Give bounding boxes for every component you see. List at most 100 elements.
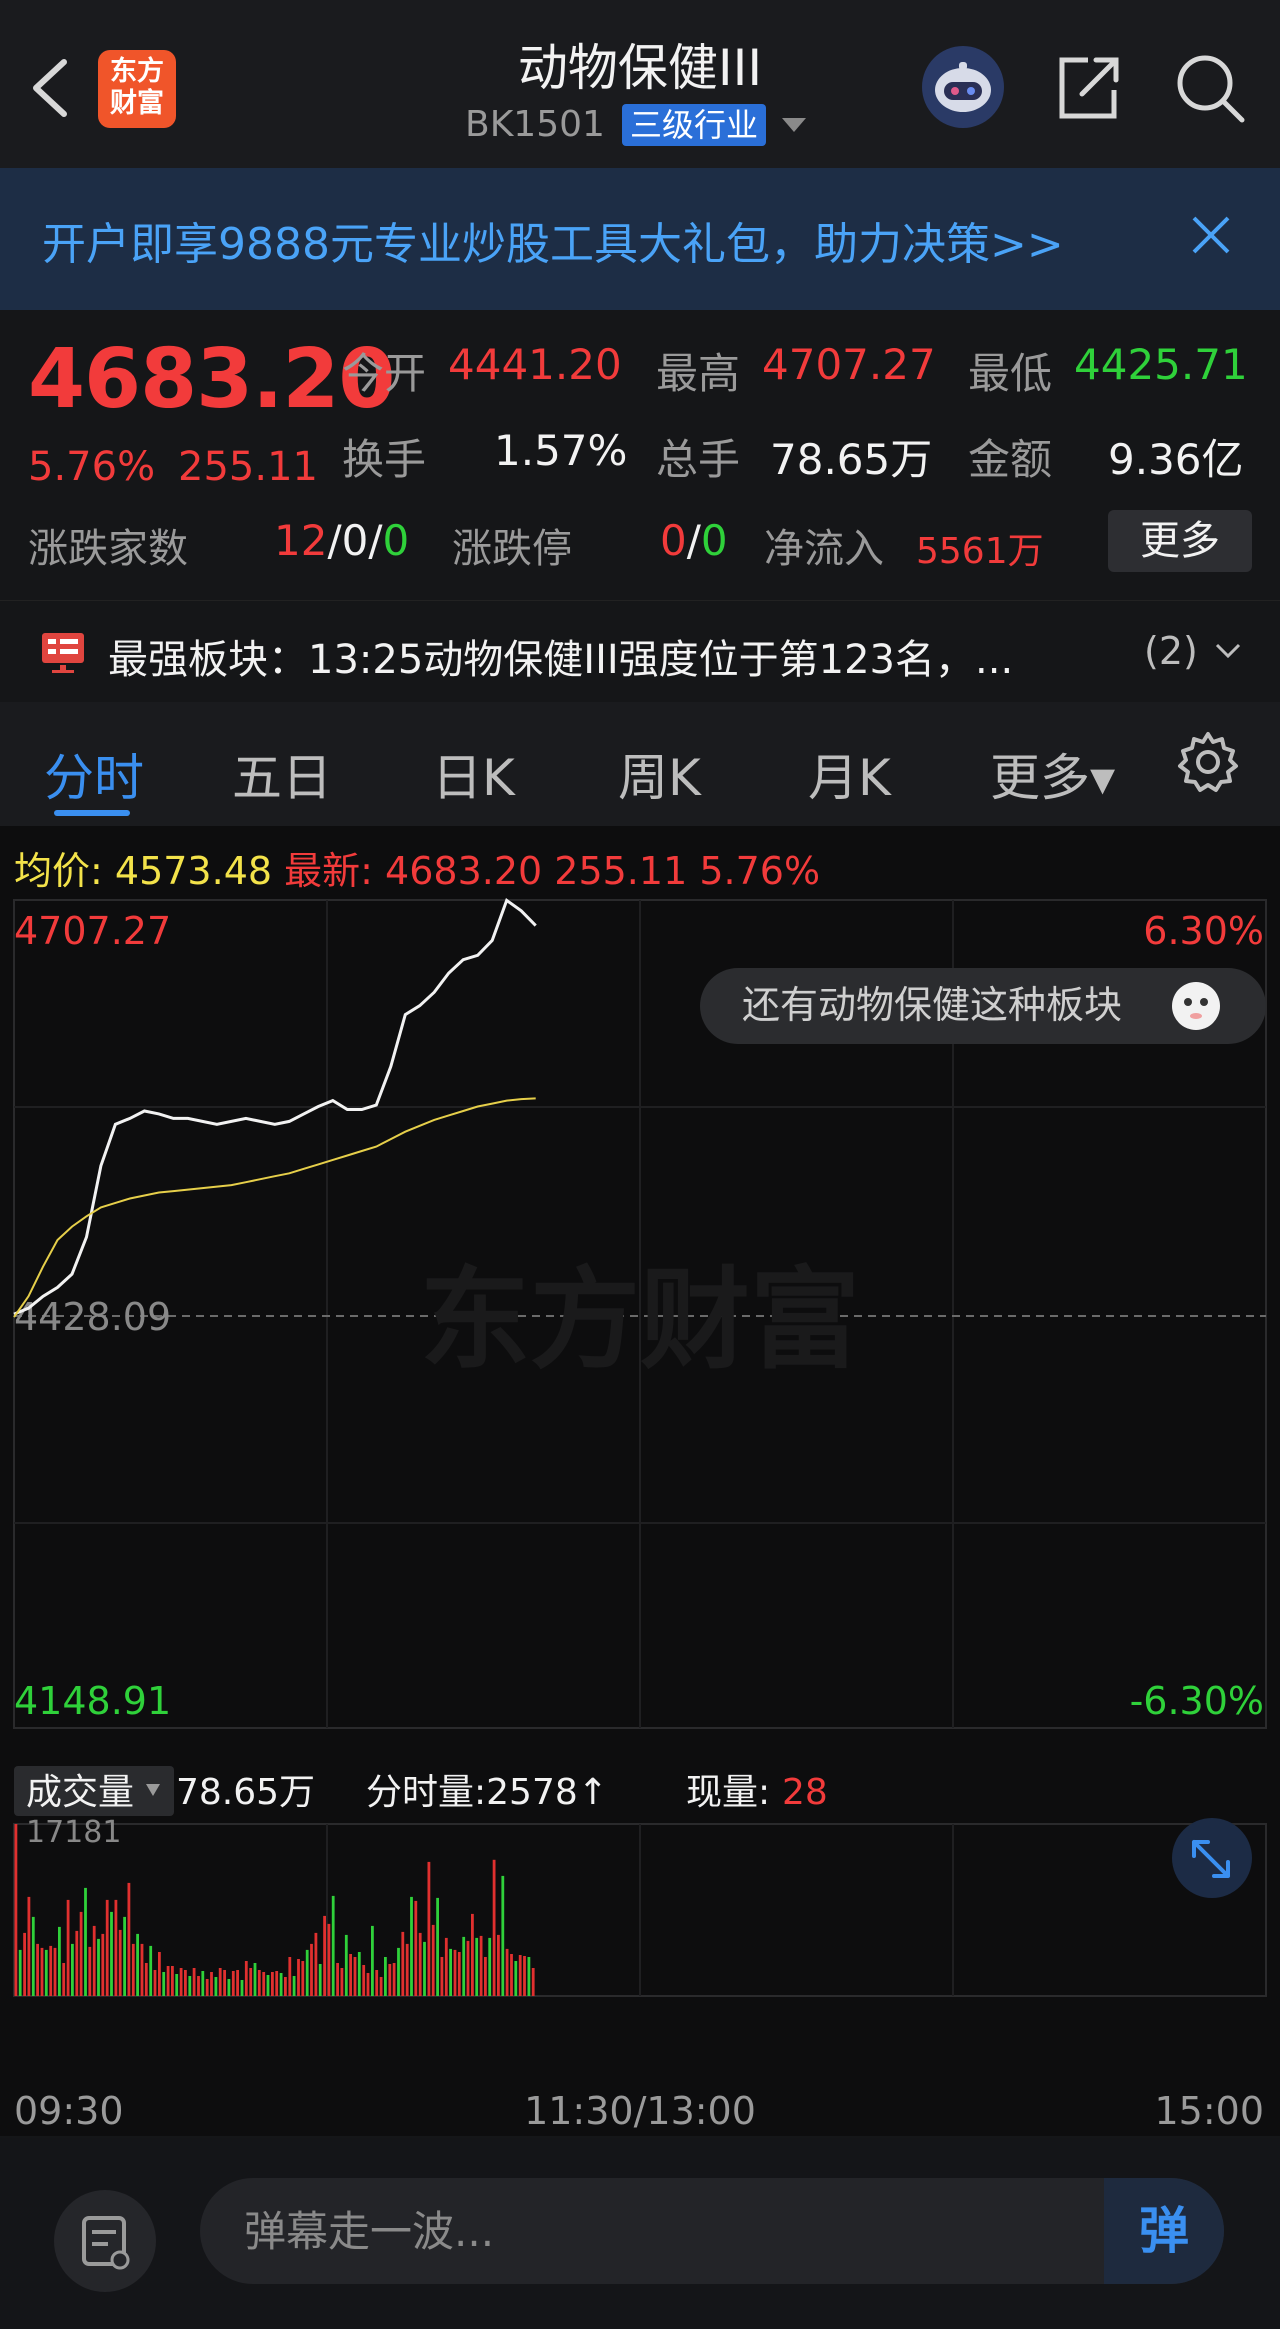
danmaku-input[interactable]: [200, 2178, 1224, 2284]
promo-banner[interactable]: 开户即享9888元专业炒股工具大礼包，助力决策>>: [0, 168, 1280, 310]
strongest-sector-text[interactable]: 最强板块：13:25动物保健III强度位于第123名，...: [108, 627, 1088, 685]
volume-bar: [492, 1859, 496, 1996]
volume-bar: [384, 1957, 387, 1996]
current-volume-value: 28: [782, 1772, 828, 1813]
volume-bar: [214, 1977, 218, 1996]
volume-bar: [431, 1924, 435, 1996]
close-icon[interactable]: [1188, 212, 1234, 258]
volume-bar: [444, 1937, 448, 1996]
volume-bar: [266, 1975, 270, 1996]
volume-bar: [236, 1970, 239, 1996]
volume-bar: [140, 1943, 144, 1996]
volume-bar: [366, 1973, 370, 1996]
current-volume-label: 现量:: [686, 1772, 770, 1813]
amount-label: 金额: [968, 435, 1053, 484]
tab-daily-k[interactable]: 日K: [432, 738, 515, 810]
volume-bar: [405, 1943, 409, 1996]
volume-bar: [36, 1943, 39, 1996]
change-amount: 255.11: [178, 444, 318, 490]
latest-label: 最新:: [284, 849, 373, 893]
volume-bar: [310, 1943, 313, 1996]
volume-bar: [323, 1915, 326, 1996]
amount-value: 9.36亿: [1108, 435, 1244, 484]
volume-bar: [284, 1977, 287, 1996]
volume-bar: [197, 1976, 200, 1996]
volume-bar: [397, 1947, 400, 1996]
volume-bar: [105, 1899, 109, 1996]
volume-bar: [101, 1933, 105, 1996]
volume-bar: [531, 1968, 535, 1996]
volume-bar: [184, 1970, 187, 1996]
volume-bar: [262, 1972, 266, 1996]
more-button[interactable]: 更多: [1108, 510, 1252, 572]
gear-icon[interactable]: [1176, 730, 1240, 794]
volume-bar: [114, 1899, 118, 1996]
volume-bar: [401, 1931, 405, 1996]
volume-bar: [58, 1926, 61, 1996]
volume-bar: [518, 1955, 522, 1996]
volume-bar: [71, 1943, 74, 1996]
volume-bar: [392, 1963, 396, 1996]
limit-value: 0/0: [660, 516, 728, 565]
note-button[interactable]: [54, 2190, 156, 2292]
net-inflow-value: 5561万: [916, 531, 1044, 572]
volume-bar: [44, 1949, 48, 1996]
x-axis-mid-label: 11:30/13:00: [524, 2089, 756, 2133]
danmaku-send-button[interactable]: 弹: [1104, 2178, 1224, 2284]
app-logo: 东方 财富: [98, 50, 176, 128]
volume-bar: [288, 1957, 292, 1996]
tab-monthly-k[interactable]: 月K: [808, 738, 891, 810]
tab-more[interactable]: 更多▾: [990, 738, 1115, 810]
volume-bar: [279, 1973, 283, 1996]
active-tab-indicator: [54, 810, 130, 816]
tab-intraday[interactable]: 分时: [44, 738, 144, 810]
high-label: 最高: [656, 349, 741, 398]
volume-bar: [166, 1966, 170, 1996]
sector-level-badge[interactable]: 三级行业: [622, 104, 767, 146]
monitor-icon: [40, 629, 86, 675]
latest-change: 255.11: [554, 849, 688, 893]
volume-bar: [475, 1937, 479, 1996]
share-icon[interactable]: [1052, 52, 1124, 124]
expand-icon[interactable]: [1172, 1818, 1252, 1898]
volume-bar: [436, 1897, 439, 1996]
strongest-sector-row[interactable]: 最强板块：13:25动物保健III强度位于第123名，... (2): [0, 600, 1280, 702]
y-axis-top-label: 4707.27: [14, 909, 171, 953]
back-button[interactable]: [22, 52, 82, 122]
volume-bar: [449, 1948, 452, 1996]
volume-bar: [510, 1954, 513, 1996]
volume-bar: [110, 1911, 113, 1996]
avg-value: 4573.48: [114, 849, 273, 893]
volume-bar: [84, 1887, 87, 1996]
quote-panel: 4683.20 5.76% 255.11 今开 4441.20 最高 4707.…: [0, 310, 1280, 600]
tab-five-day[interactable]: 五日: [232, 738, 332, 810]
volume-bar: [88, 1946, 92, 1996]
latest-value: 4683.20: [385, 849, 543, 893]
volume-bar: [171, 1966, 174, 1996]
volume-bar: [410, 1896, 413, 1996]
volume-bar: [231, 1971, 235, 1996]
tab-weekly-k[interactable]: 周K: [618, 738, 701, 810]
promo-text[interactable]: 开户即享9888元专业炒股工具大礼包，助力决策>>: [42, 208, 1064, 272]
period-tabs: 分时 五日 日K 周K 月K 更多▾: [0, 702, 1280, 826]
ai-robot-icon[interactable]: [922, 46, 1004, 128]
volume-value: 78.65万: [770, 435, 933, 484]
intraday-chart[interactable]: 东方财富 4707.27 4428.09 4148.91 6.30% -6.30…: [0, 898, 1280, 2138]
caret-down-icon[interactable]: [782, 118, 806, 132]
volume-bar: [301, 1961, 305, 1996]
volume-bar: [127, 1882, 131, 1996]
volume-label[interactable]: 成交量: [26, 1772, 134, 1813]
volume-bar: [414, 1900, 418, 1996]
note-icon: [82, 2216, 130, 2270]
volume-bar: [514, 1961, 518, 1996]
volume-bar: [388, 1964, 392, 1996]
search-icon[interactable]: [1172, 50, 1248, 126]
watermark: 东方财富: [420, 1256, 860, 1384]
chevron-down-icon[interactable]: [1214, 641, 1242, 661]
updown-count-label: 涨跌家数: [28, 526, 188, 572]
volume-bar: [188, 1976, 192, 1996]
volume-bar: [192, 1968, 196, 1996]
volume-bar: [92, 1925, 96, 1996]
tip-text[interactable]: 还有动物保健这种板块: [742, 983, 1122, 1027]
price-summary-row: 均价: 4573.48 最新: 4683.20 255.11 5.76%: [14, 840, 820, 895]
